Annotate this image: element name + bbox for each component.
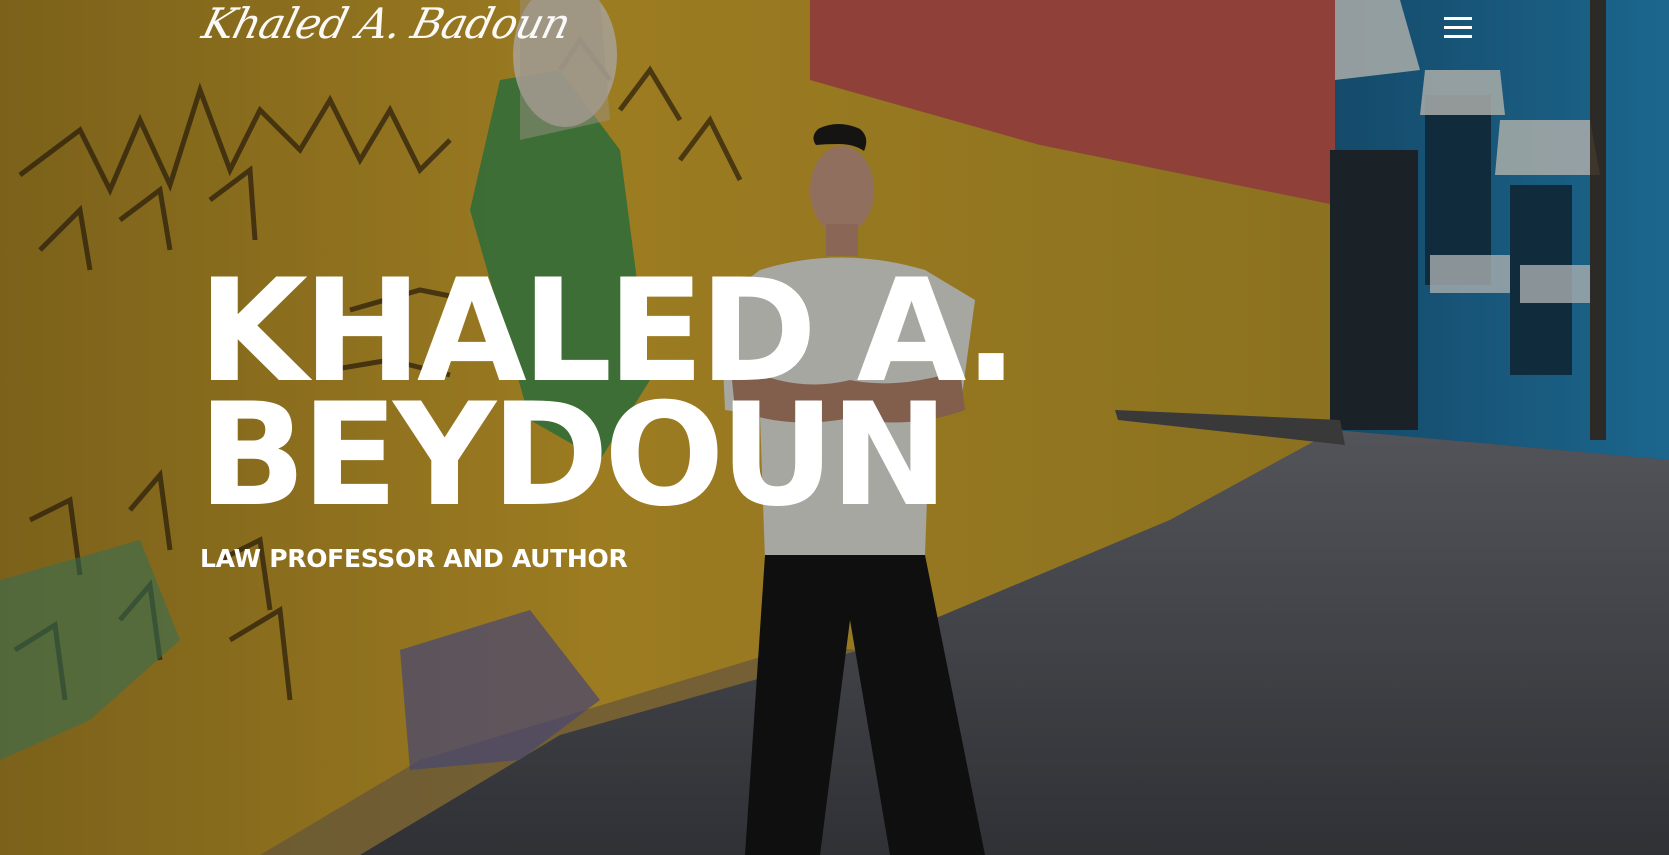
- hamburger-menu-icon-line: [1444, 26, 1472, 29]
- hamburger-menu-icon: [1444, 17, 1472, 20]
- hero-subtitle: LAW PROFESSOR AND AUTHOR: [200, 544, 628, 573]
- signature-logo[interactable]: Khaled A. Badoun: [195, 0, 575, 58]
- hero-title-line-2: BEYDOUN: [198, 373, 949, 538]
- menu-button[interactable]: [1434, 12, 1482, 46]
- hero-title: KHALED A. BEYDOUN: [198, 261, 1018, 538]
- hamburger-menu-icon-line: [1444, 35, 1472, 38]
- hero-section: Khaled A. Badoun KHALED A. BEYDOUN LAW P…: [0, 0, 1669, 855]
